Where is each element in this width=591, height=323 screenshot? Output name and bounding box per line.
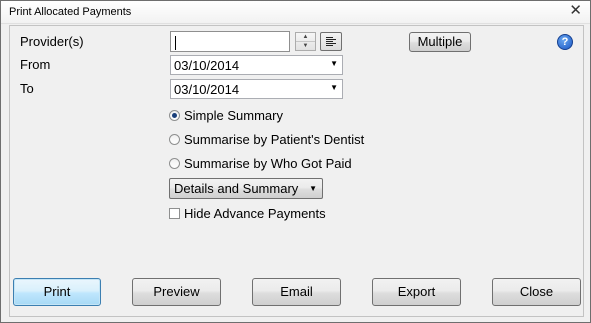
radio-summarise-by-who-got-paid[interactable]: Summarise by Who Got Paid	[169, 156, 352, 171]
preview-button[interactable]: Preview	[132, 278, 221, 306]
provider-list-button[interactable]	[320, 32, 342, 51]
provider-label: Provider(s)	[20, 34, 84, 49]
spin-down-icon[interactable]: ▼	[296, 42, 315, 50]
radio-label: Summarise by Patient's Dentist	[184, 132, 365, 147]
help-icon[interactable]: ?	[557, 34, 573, 50]
hide-advance-payments-checkbox[interactable]: Hide Advance Payments	[169, 206, 326, 221]
print-allocated-payments-window: Print Allocated Payments ✕ Provider(s) ▲…	[0, 0, 591, 323]
close-icon[interactable]: ✕	[569, 3, 582, 19]
details-select-value: Details and Summary	[174, 181, 299, 196]
export-button[interactable]: Export	[372, 278, 461, 306]
chevron-down-icon[interactable]: ▼	[330, 59, 338, 68]
details-select[interactable]: Details and Summary ▼	[169, 178, 323, 199]
radio-summarise-by-dentist[interactable]: Summarise by Patient's Dentist	[169, 132, 364, 147]
text-caret	[175, 35, 176, 50]
list-icon	[326, 37, 336, 46]
from-label: From	[20, 57, 51, 72]
checkbox-label: Hide Advance Payments	[184, 206, 326, 221]
title-bar: Print Allocated Payments ✕	[1, 1, 590, 24]
radio-indicator	[169, 110, 180, 121]
provider-input[interactable]	[170, 31, 290, 52]
close-button[interactable]: Close	[492, 278, 581, 306]
radio-simple-summary[interactable]: Simple Summary	[169, 108, 283, 123]
email-button[interactable]: Email	[252, 278, 341, 306]
chevron-down-icon[interactable]: ▼	[330, 83, 338, 92]
radio-label: Simple Summary	[184, 108, 283, 123]
radio-indicator	[169, 134, 180, 145]
print-button[interactable]: Print	[13, 278, 101, 306]
dialog-body: Provider(s) ▲ ▼ Multiple ? From 03/10/20…	[9, 25, 584, 317]
from-date-picker[interactable]: 03/10/2014 ▼	[170, 55, 343, 75]
spin-up-icon[interactable]: ▲	[296, 33, 315, 42]
window-title: Print Allocated Payments	[9, 6, 132, 18]
to-date-picker[interactable]: 03/10/2014 ▼	[170, 79, 343, 99]
provider-spinner[interactable]: ▲ ▼	[295, 32, 316, 51]
radio-indicator	[169, 158, 180, 169]
from-date-value: 03/10/2014	[174, 58, 240, 73]
checkbox-box	[169, 208, 180, 219]
chevron-down-icon: ▼	[309, 184, 317, 193]
to-date-value: 03/10/2014	[174, 82, 240, 97]
radio-label: Summarise by Who Got Paid	[184, 156, 352, 171]
to-label: To	[20, 81, 34, 96]
multiple-button[interactable]: Multiple	[409, 32, 471, 52]
